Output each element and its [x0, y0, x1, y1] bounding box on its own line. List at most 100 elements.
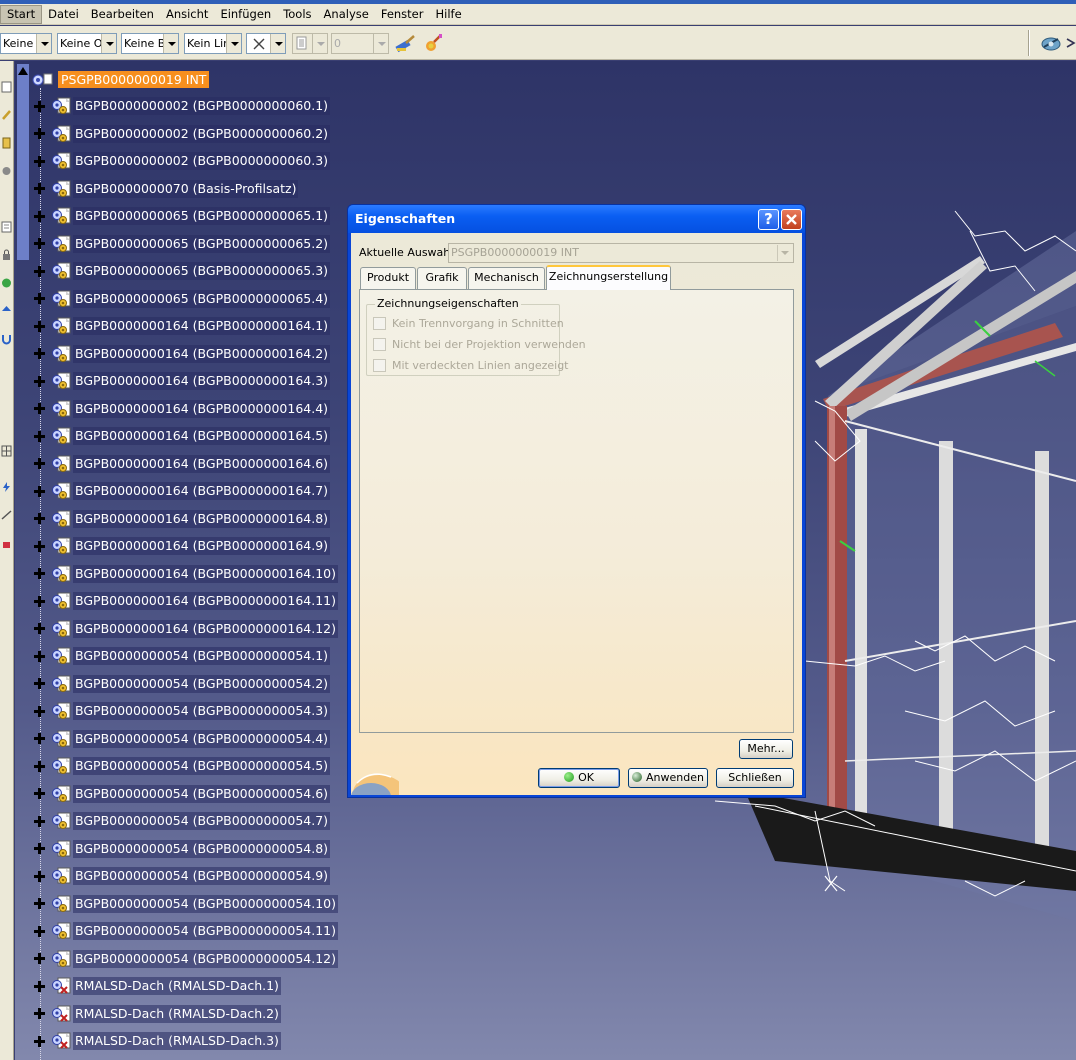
ok-button[interactable]: OK: [538, 768, 620, 788]
tree-item-label[interactable]: BGPB0000000164 (BGPB0000000164.11): [73, 592, 338, 610]
expand-plus-icon[interactable]: [34, 595, 45, 607]
menu-fenster[interactable]: Fenster: [375, 5, 430, 24]
sphere-icon[interactable]: [1, 277, 12, 289]
expand-plus-icon[interactable]: [34, 430, 45, 442]
tree-item-label[interactable]: BGPB0000000002 (BGPB0000000060.3): [73, 152, 331, 170]
tree-item-label[interactable]: BGPB0000000054 (BGPB0000000054.4): [73, 729, 331, 748]
close-dialog-button[interactable]: Schließen: [716, 768, 794, 788]
red-marker-icon[interactable]: [1, 539, 12, 551]
chevron-down-icon[interactable]: [312, 34, 327, 53]
grid-icon[interactable]: [1, 445, 12, 457]
tree-item[interactable]: BGPB0000000164 (BGPB0000000164.10): [32, 564, 338, 584]
format-painter-icon[interactable]: [422, 33, 444, 54]
tree-item-label[interactable]: BGPB0000000164 (BGPB0000000164.8): [73, 509, 331, 528]
tree-item[interactable]: BGPB0000000164 (BGPB0000000164.5): [32, 426, 331, 446]
document-icon[interactable]: [1, 81, 12, 93]
tree-item-label[interactable]: BGPB0000000054 (BGPB0000000054.7): [73, 812, 331, 830]
tree-item[interactable]: BGPB0000000065 (BGPB0000000065.4): [32, 289, 331, 309]
lock-icon[interactable]: [1, 249, 12, 261]
tree-item-label[interactable]: BGPB0000000054 (BGPB0000000054.2): [73, 674, 331, 693]
tree-root-node[interactable]: PSGPB0000000019 INT: [32, 70, 210, 88]
expand-plus-icon[interactable]: [34, 705, 45, 717]
ruler-icon[interactable]: [1, 137, 12, 149]
tree-item-label[interactable]: BGPB0000000164 (BGPB0000000164.1): [73, 317, 331, 335]
checkbox-no-section-cut[interactable]: Kein Trennvorgang in Schnitten: [373, 317, 564, 330]
tree-item-label[interactable]: BGPB0000000164 (BGPB0000000164.12): [73, 619, 338, 638]
chevron-down-icon[interactable]: [373, 34, 388, 53]
expand-plus-icon[interactable]: [34, 678, 45, 689]
tree-item[interactable]: BGPB0000000054 (BGPB0000000054.7): [32, 811, 331, 831]
tab-mechanisch[interactable]: Mechanisch: [468, 267, 545, 289]
tree-item-label[interactable]: BGPB0000000164 (BGPB0000000164.7): [73, 482, 331, 500]
expand-plus-icon[interactable]: [34, 210, 45, 222]
layer-value-combo[interactable]: 0: [331, 33, 389, 54]
tree-item-label[interactable]: BGPB0000000164 (BGPB0000000164.9): [73, 537, 331, 555]
point-type-combo[interactable]: [246, 33, 286, 54]
more-button[interactable]: Mehr...: [739, 739, 793, 759]
expand-plus-icon[interactable]: [34, 925, 45, 937]
expand-plus-icon[interactable]: [34, 623, 45, 634]
checkbox-box[interactable]: [373, 359, 386, 372]
expand-plus-icon[interactable]: [34, 788, 45, 799]
layer-combo[interactable]: [292, 33, 328, 54]
expand-plus-icon[interactable]: [34, 898, 45, 909]
bolt-icon[interactable]: [1, 481, 12, 493]
checkbox-box[interactable]: [373, 338, 386, 351]
tree-item-label[interactable]: RMALSD-Dach (RMALSD-Dach.1): [73, 977, 281, 995]
expand-plus-icon[interactable]: [34, 1035, 45, 1047]
line-thickness-combo[interactable]: Keine B: [121, 33, 179, 54]
tree-item[interactable]: BGPB0000000002 (BGPB0000000060.1): [32, 96, 331, 116]
tree-item-label[interactable]: BGPB0000000054 (BGPB0000000054.6): [73, 784, 331, 803]
tree-item[interactable]: BGPB0000000054 (BGPB0000000054.12): [32, 949, 338, 969]
expand-plus-icon[interactable]: [34, 128, 45, 139]
tree-item[interactable]: BGPB0000000065 (BGPB0000000065.3): [32, 261, 331, 281]
tab-produkt[interactable]: Produkt: [360, 267, 416, 289]
menu-hilfe[interactable]: Hilfe: [429, 5, 467, 24]
tree-item[interactable]: BGPB0000000054 (BGPB0000000054.1): [32, 646, 331, 666]
expand-plus-icon[interactable]: [34, 540, 45, 552]
chevron-down-icon[interactable]: [163, 34, 178, 53]
tree-item[interactable]: BGPB0000000065 (BGPB0000000065.2): [32, 234, 331, 254]
apply-button[interactable]: Anwenden: [628, 768, 708, 788]
menu-analyse[interactable]: Analyse: [318, 5, 375, 24]
pencil-icon[interactable]: [1, 109, 12, 121]
transparency-combo[interactable]: Keine O: [57, 33, 117, 54]
tree-item[interactable]: BGPB0000000065 (BGPB0000000065.1): [32, 206, 331, 226]
expand-plus-icon[interactable]: [34, 568, 45, 579]
menu-ansicht[interactable]: Ansicht: [160, 5, 214, 24]
menu-datei[interactable]: Datei: [42, 5, 85, 24]
tree-item-label[interactable]: BGPB0000000065 (BGPB0000000065.4): [73, 289, 331, 308]
expand-plus-icon[interactable]: [34, 458, 45, 469]
line-type-combo[interactable]: Kein Lin: [184, 33, 242, 54]
menu-einfuegen[interactable]: Einfügen: [214, 5, 277, 24]
tree-item-label[interactable]: BGPB0000000065 (BGPB0000000065.2): [73, 234, 331, 253]
tree-item[interactable]: BGPB0000000164 (BGPB0000000164.7): [32, 481, 331, 501]
expand-plus-icon[interactable]: [34, 238, 45, 249]
checkbox-box[interactable]: [373, 317, 386, 330]
tree-item[interactable]: BGPB0000000164 (BGPB0000000164.2): [32, 344, 331, 364]
tool-icon[interactable]: [1, 165, 12, 177]
expand-plus-icon[interactable]: [34, 485, 45, 497]
tab-grafik[interactable]: Grafik: [417, 267, 467, 289]
tree-item-label[interactable]: BGPB0000000070 (Basis-Profilsatz): [73, 179, 299, 198]
expand-plus-icon[interactable]: [34, 320, 45, 332]
menu-start[interactable]: Start: [0, 4, 43, 24]
tree-item-label[interactable]: RMALSD-Dach (RMALSD-Dach.2): [73, 1004, 281, 1023]
expand-plus-icon[interactable]: [34, 155, 45, 167]
page-icon[interactable]: [1, 221, 12, 233]
checkbox-hidden-lines[interactable]: Mit verdeckten Linien angezeigt: [373, 359, 568, 372]
toolbar-more-icon[interactable]: [1064, 33, 1076, 54]
tree-item-label[interactable]: BGPB0000000054 (BGPB0000000054.8): [73, 839, 331, 858]
tree-item[interactable]: BGPB0000000164 (BGPB0000000164.4): [32, 399, 331, 419]
expand-plus-icon[interactable]: [34, 183, 45, 194]
expand-plus-icon[interactable]: [34, 100, 45, 112]
tree-item[interactable]: BGPB0000000054 (BGPB0000000054.11): [32, 921, 338, 941]
tree-item[interactable]: BGPB0000000164 (BGPB0000000164.6): [32, 454, 331, 474]
tree-item-label[interactable]: BGPB0000000164 (BGPB0000000164.3): [73, 372, 331, 390]
tree-item[interactable]: BGPB0000000054 (BGPB0000000054.5): [32, 756, 331, 776]
tree-item-label[interactable]: RMALSD-Dach (RMALSD-Dach.3): [73, 1032, 281, 1050]
tree-item-label[interactable]: BGPB0000000054 (BGPB0000000054.3): [73, 702, 331, 720]
tree-item-label[interactable]: BGPB0000000164 (BGPB0000000164.4): [73, 399, 331, 418]
arrow-tool-icon[interactable]: [1, 305, 12, 317]
tree-item-label[interactable]: BGPB0000000065 (BGPB0000000065.1): [73, 207, 331, 225]
